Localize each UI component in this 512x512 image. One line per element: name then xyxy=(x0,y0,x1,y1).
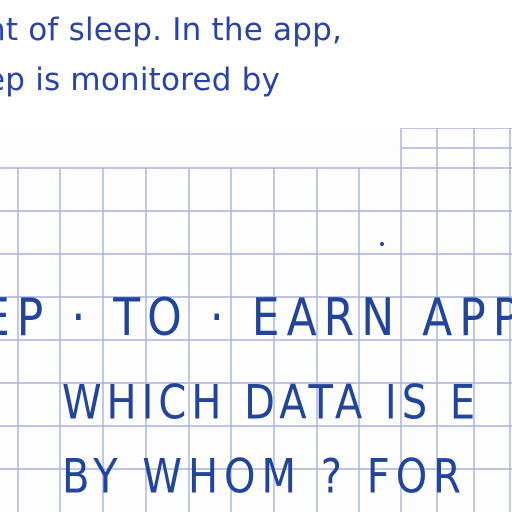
handwritten-line-2: WHICH DATA IS E xyxy=(62,376,481,431)
handwritten-line-1: EP · TO · EARN APP xyxy=(0,288,512,349)
printed-line-1: ht of sleep. In the app, xyxy=(0,12,343,48)
printed-text-block: ht of sleep. In the app, ep is monitored… xyxy=(0,0,512,130)
ink-dot xyxy=(380,242,384,246)
printed-line-2: ep is monitored by xyxy=(0,62,281,98)
handwritten-line-3: BY WHOM ? FOR xyxy=(62,450,467,505)
